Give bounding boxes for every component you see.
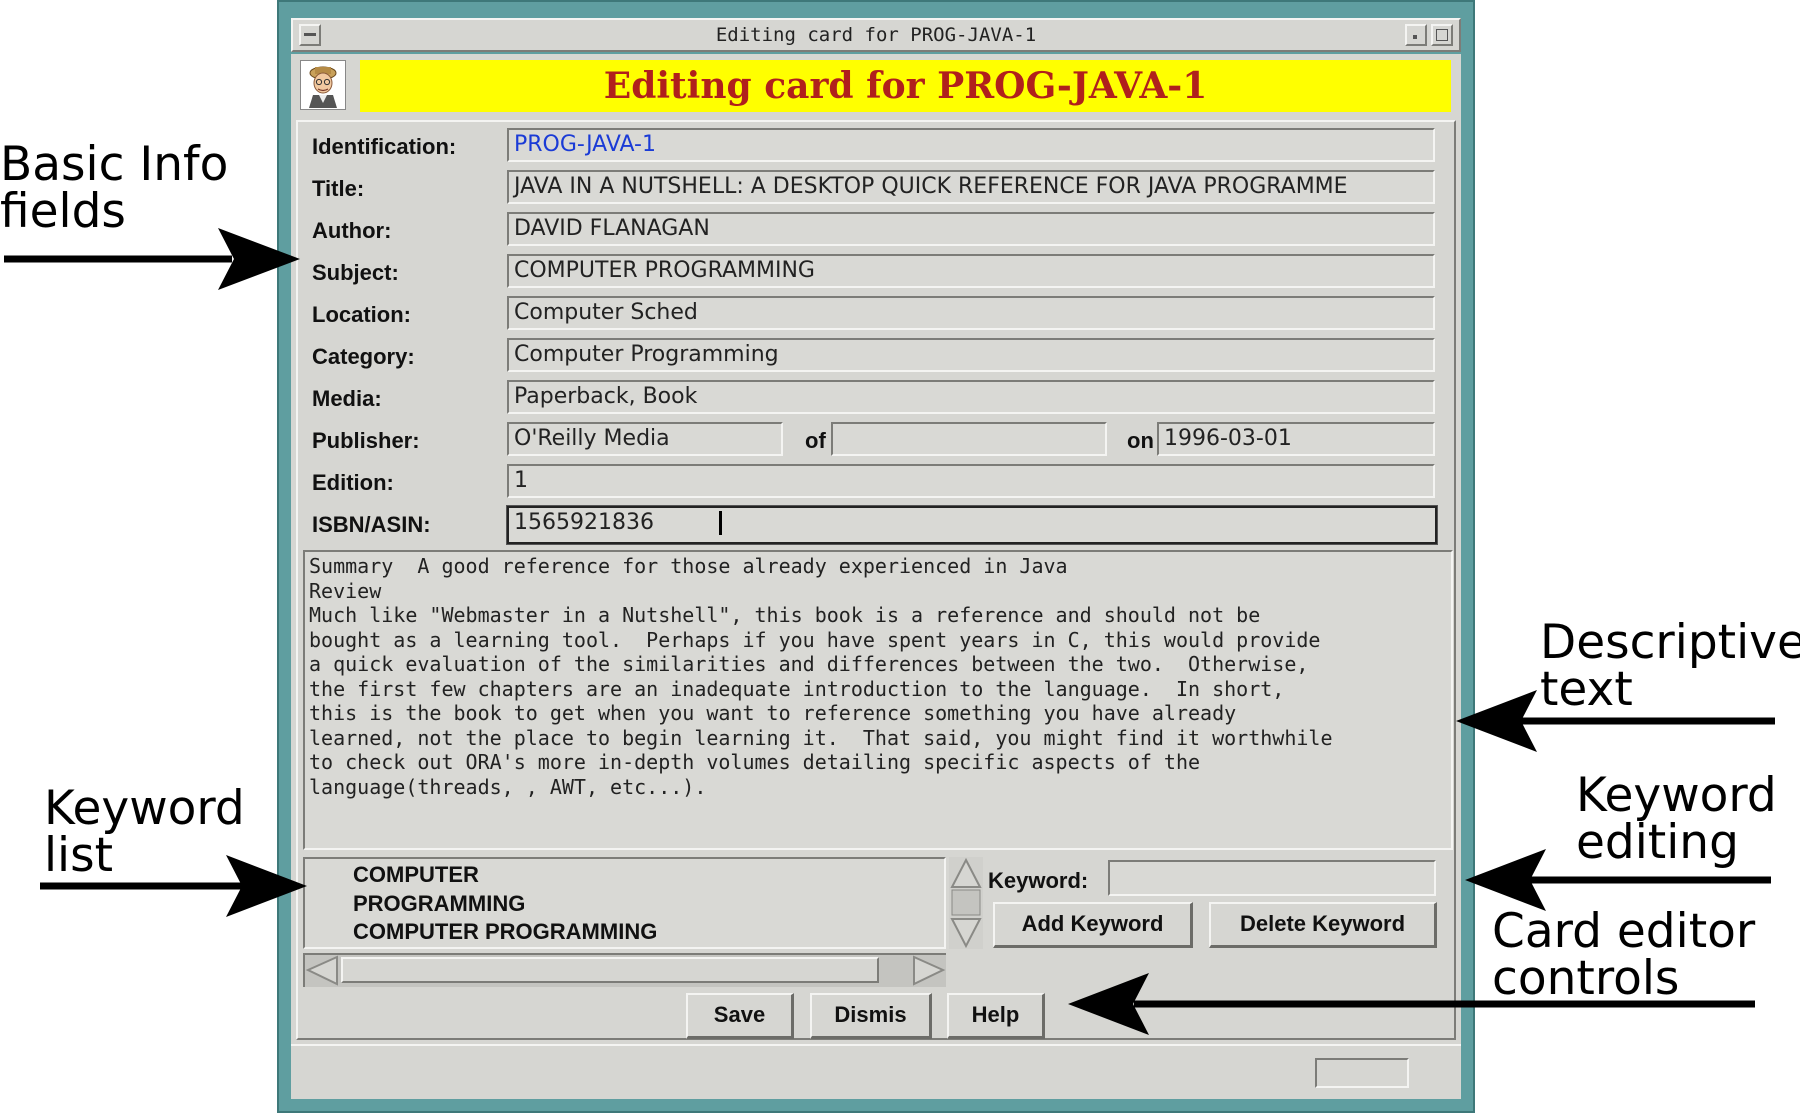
window-titlebar[interactable]: Editing card for PROG-JAVA-1	[291, 18, 1461, 52]
author-field[interactable]: DAVID FLANAGAN	[507, 212, 1435, 246]
save-button[interactable]: Save	[686, 993, 794, 1039]
librarian-avatar	[300, 60, 346, 110]
callout-keyword-editing: Keyword editing	[1576, 768, 1777, 870]
title-label: Title:	[312, 176, 365, 201]
card-form-panel: Identification: PROG-JAVA-1 Title: JAVA …	[296, 120, 1456, 1040]
keyword-input-label: Keyword:	[988, 868, 1089, 893]
minimize-button[interactable]	[1405, 24, 1427, 46]
window-client: Editing card for PROG-JAVA-1 Identificat…	[291, 54, 1461, 1099]
delete-keyword-button[interactable]: Delete Keyword	[1209, 902, 1437, 948]
help-button[interactable]: Help	[947, 993, 1045, 1039]
dismiss-button[interactable]: Dismis	[810, 993, 932, 1039]
librarian-icon	[309, 66, 337, 108]
scroll-down-arrow-icon[interactable]	[950, 918, 982, 949]
keyword-list-hscrollbar[interactable]	[303, 953, 946, 987]
callout-descriptive-text: Descriptive text	[1540, 615, 1800, 717]
description-textarea[interactable]: Summary A good reference for those alrea…	[303, 550, 1453, 850]
location-label: Location:	[312, 302, 411, 327]
category-field[interactable]: Computer Programming	[507, 338, 1435, 372]
keyword-list-vscrollbar[interactable]	[949, 857, 983, 949]
page-title: Editing card for PROG-JAVA-1	[360, 60, 1451, 112]
media-label: Media:	[312, 386, 382, 411]
category-label: Category:	[312, 344, 415, 369]
isbn-field[interactable]: 1565921836	[506, 505, 1438, 545]
callout-keyword-list: Keyword list	[44, 781, 245, 883]
publisher-label: Publisher:	[312, 428, 420, 453]
media-field[interactable]: Paperback, Book	[507, 380, 1435, 414]
title-field[interactable]: JAVA IN A NUTSHELL: A DESKTOP QUICK REFE…	[507, 170, 1435, 204]
publisher-field[interactable]: O'Reilly Media	[507, 422, 783, 456]
isbn-label: ISBN/ASIN:	[312, 512, 431, 537]
subject-label: Subject:	[312, 260, 399, 285]
text-cursor	[719, 511, 722, 535]
keyword-list-item[interactable]: PROGRAMMING	[353, 890, 944, 919]
identification-field[interactable]: PROG-JAVA-1	[507, 128, 1435, 162]
identification-label: Identification:	[312, 134, 457, 159]
add-keyword-button[interactable]: Add Keyword	[993, 902, 1193, 948]
publisher-on-label: on	[1127, 428, 1154, 453]
card-editor-window: Editing card for PROG-JAVA-1 Editing car…	[277, 0, 1475, 1113]
scroll-right-arrow-icon[interactable]	[910, 955, 946, 987]
callout-card-editor-controls: Card editor controls	[1492, 904, 1756, 1006]
callout-basic-info: Basic Info fields	[0, 137, 229, 239]
keyword-list-item[interactable]: COMPUTER	[353, 861, 944, 890]
status-indicator	[1315, 1058, 1409, 1088]
keyword-input[interactable]	[1108, 860, 1436, 896]
status-bar	[291, 1044, 1461, 1099]
publisher-date-field[interactable]: 1996-03-01	[1157, 422, 1435, 456]
hscroll-thumb[interactable]	[341, 957, 879, 983]
scroll-up-arrow-icon[interactable]	[950, 857, 982, 888]
subject-field[interactable]: COMPUTER PROGRAMMING	[507, 254, 1435, 288]
edition-field[interactable]: 1	[507, 464, 1435, 498]
isbn-value: 1565921836	[514, 510, 654, 535]
keyword-list-item[interactable]: COMPUTER PROGRAMMING	[353, 918, 944, 947]
location-field[interactable]: Computer Sched	[507, 296, 1435, 330]
author-label: Author:	[312, 218, 392, 243]
maximize-button[interactable]	[1431, 24, 1453, 46]
window-title: Editing card for PROG-JAVA-1	[715, 24, 1037, 46]
edition-label: Edition:	[312, 470, 394, 495]
keyword-list[interactable]: COMPUTER PROGRAMMING COMPUTER PROGRAMMIN…	[303, 857, 946, 949]
scroll-left-arrow-icon[interactable]	[305, 955, 341, 987]
publisher-place-field[interactable]	[831, 422, 1107, 456]
publisher-of-label: of	[805, 428, 826, 453]
